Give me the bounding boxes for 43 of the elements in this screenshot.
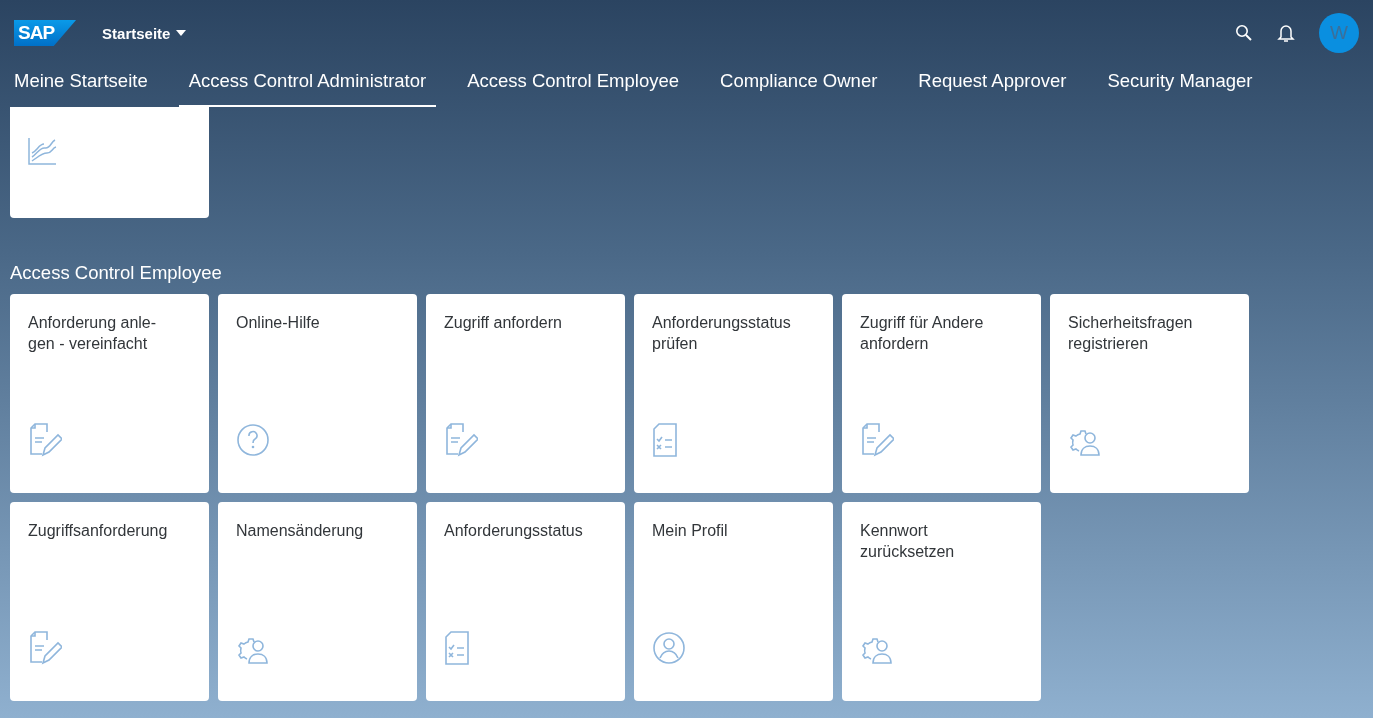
app-tile[interactable]: Anforderung anle- gen - vereinfacht (10, 294, 209, 493)
group-tab[interactable]: Meine Startseite (4, 58, 158, 107)
document-pencil-icon (860, 423, 894, 457)
group-tab[interactable]: Compliance Owner (710, 58, 888, 107)
tile-title: Kennwort zurücksetzen (860, 521, 955, 562)
app-tile[interactable]: Mein Profil (634, 502, 833, 701)
search-icon[interactable] (1235, 24, 1253, 42)
home-menu-button[interactable]: Startseite (102, 24, 187, 42)
document-pencil-icon (28, 423, 62, 457)
app-tile[interactable]: Sicherheitsfragen registrieren (1050, 294, 1249, 493)
user-circle-icon (652, 631, 686, 665)
app-tile[interactable] (10, 107, 209, 218)
group-tab[interactable]: Access Control Employee (457, 58, 689, 107)
app-tile[interactable]: Zugriff für Andere anfordern (842, 294, 1041, 493)
tile-title: Anforderung anle- gen - vereinfacht (28, 313, 157, 354)
tile-title: Zugriffsanforderung (28, 521, 168, 541)
tile-title: Zugriff anfordern (444, 313, 562, 333)
app-tile[interactable]: Namensänderung (218, 502, 417, 701)
group-tab[interactable]: Security Manager (1097, 58, 1263, 107)
section-title: Access Control Employee (9, 261, 223, 285)
tile-title: Namensänderung (236, 521, 364, 541)
help-icon (236, 423, 270, 457)
tile-title: Zugriff für Andere anfordern (860, 313, 984, 354)
tile-title: Mein Profil (652, 521, 728, 541)
app-tile[interactable]: Zugriff anfordern (426, 294, 625, 493)
app-tile[interactable]: Anforderungsstatus prüfen (634, 294, 833, 493)
app-tile[interactable]: Anforderungsstatus (426, 502, 625, 701)
document-pencil-icon (28, 631, 62, 665)
document-pencil-icon (444, 423, 478, 457)
line-chart-icon (26, 135, 58, 167)
app-tile[interactable]: Kennwort zurücksetzen (842, 502, 1041, 701)
caret-icon (176, 30, 187, 36)
checklist-document-icon (444, 631, 470, 665)
tile-title: Anforderungsstatus (444, 521, 583, 541)
group-tab[interactable]: Request Approver (908, 58, 1077, 107)
app-tile[interactable]: Zugriffsanforderung (10, 502, 209, 701)
tile-title: Anforderungsstatus prüfen (652, 313, 791, 354)
app-tile[interactable]: Online-Hilfe (218, 294, 417, 493)
tile-title: Sicherheitsfragen registrieren (1068, 313, 1193, 354)
sap-logo[interactable]: SAP (14, 20, 77, 46)
checklist-document-icon (652, 423, 678, 457)
tile-title: Online-Hilfe (236, 313, 320, 333)
bell-icon[interactable] (1277, 23, 1295, 43)
